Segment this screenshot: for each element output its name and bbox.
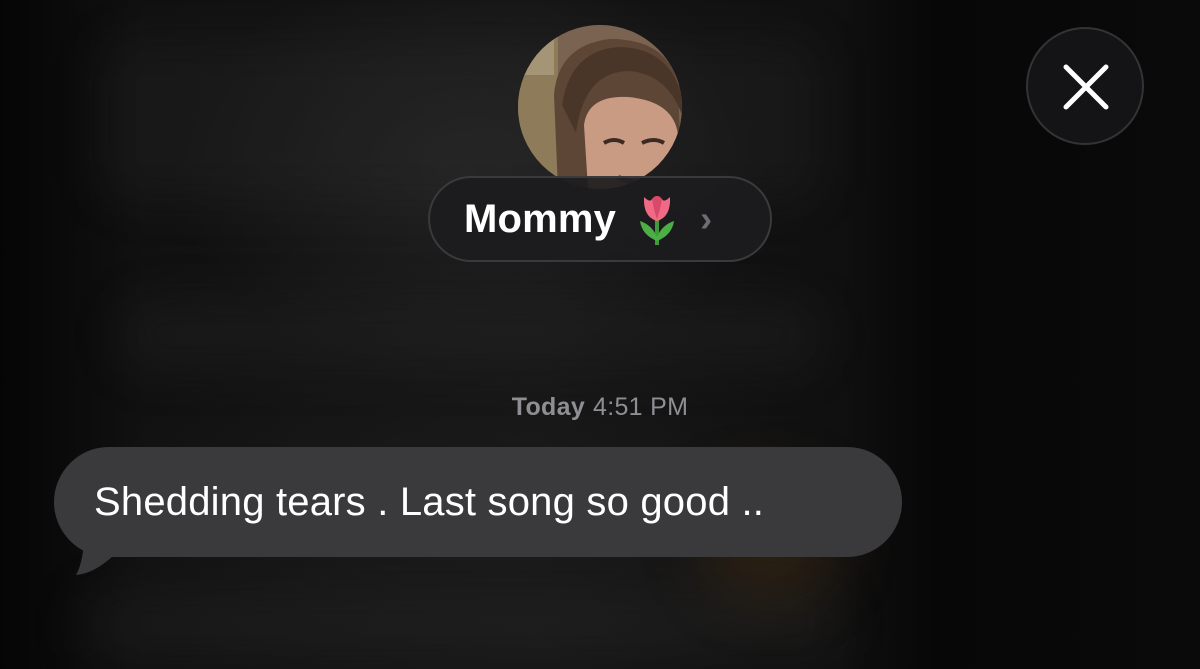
background-blur: [120, 300, 820, 370]
contact-name: Mommy: [464, 196, 617, 241]
avatar-photo: [518, 25, 682, 189]
message-bubble[interactable]: Shedding tears . Last song so good ..: [54, 447, 902, 557]
message-text: Shedding tears . Last song so good ..: [94, 479, 765, 524]
close-button[interactable]: [1026, 27, 1144, 145]
tulip-icon: [640, 196, 675, 245]
chevron-right-icon: ›: [700, 198, 713, 239]
timestamp-day: Today: [511, 393, 586, 421]
background-blur: [80, 590, 840, 660]
message-detail-screen: Mommy › Today 4:51 PM Shedding tears . La…: [0, 0, 1200, 669]
incoming-message[interactable]: Shedding tears . Last song so good ..: [54, 447, 904, 577]
timestamp-time: 4:51 PM: [593, 393, 689, 421]
message-timestamp: Today 4:51 PM: [0, 393, 1200, 422]
contact-avatar[interactable]: [518, 25, 682, 189]
contact-name-button[interactable]: Mommy ›: [428, 176, 772, 262]
close-icon: [1063, 64, 1109, 110]
